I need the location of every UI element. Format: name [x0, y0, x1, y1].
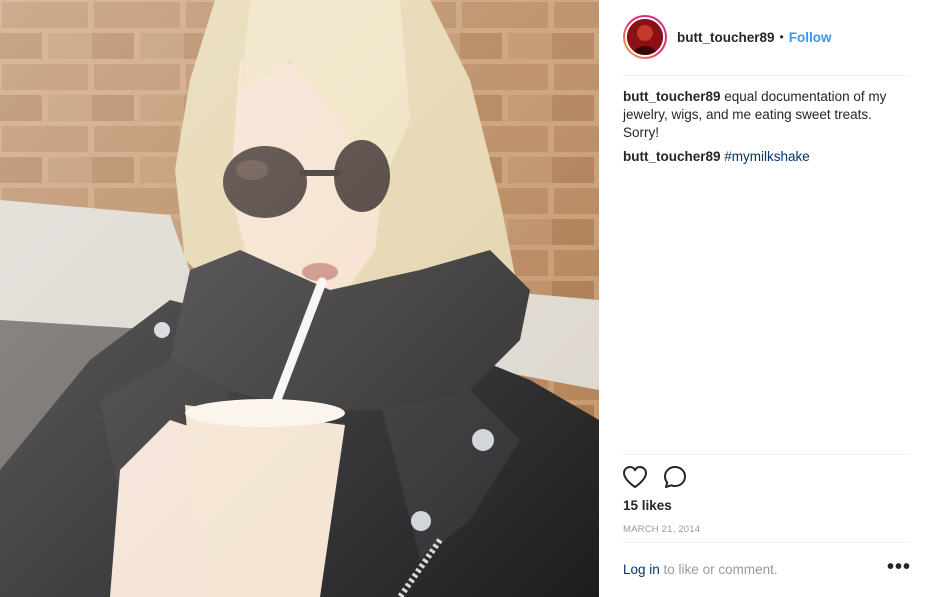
- comment-bubble-icon: [664, 466, 686, 488]
- header-divider: [623, 75, 910, 76]
- post-header: butt_toucher89 • Follow: [623, 14, 911, 60]
- follow-button[interactable]: Follow: [789, 30, 832, 45]
- comment-username[interactable]: butt_toucher89: [623, 149, 721, 164]
- actions-divider: [623, 454, 910, 455]
- footer-divider: [623, 542, 910, 543]
- author-username[interactable]: butt_toucher89: [677, 30, 775, 45]
- avatar-image: [625, 17, 665, 57]
- post-details-panel: butt_toucher89 • Follow butt_toucher89 e…: [599, 0, 933, 597]
- login-link[interactable]: Log in: [623, 562, 660, 577]
- hashtag-link[interactable]: #mymilkshake: [724, 149, 810, 164]
- header-separator: •: [779, 30, 784, 44]
- likes-count[interactable]: 15 likes: [623, 498, 672, 513]
- comment-list: butt_toucher89 equal documentation of my…: [623, 88, 908, 172]
- post-photo: [0, 0, 599, 597]
- list-item: butt_toucher89 #mymilkshake: [623, 148, 908, 166]
- more-options-icon[interactable]: •••: [887, 556, 911, 579]
- caption: butt_toucher89 equal documentation of my…: [623, 88, 908, 142]
- heart-outline-icon: [623, 466, 647, 488]
- post-date: MARCH 21, 2014: [623, 524, 701, 535]
- login-prompt-text: to like or comment.: [659, 562, 778, 577]
- login-prompt: Log in to like or comment. •••: [623, 556, 911, 580]
- action-bar: [621, 463, 689, 491]
- avatar[interactable]: [623, 15, 667, 59]
- like-button[interactable]: [621, 463, 649, 491]
- comment-button[interactable]: [661, 463, 689, 491]
- caption-username[interactable]: butt_toucher89: [623, 89, 721, 104]
